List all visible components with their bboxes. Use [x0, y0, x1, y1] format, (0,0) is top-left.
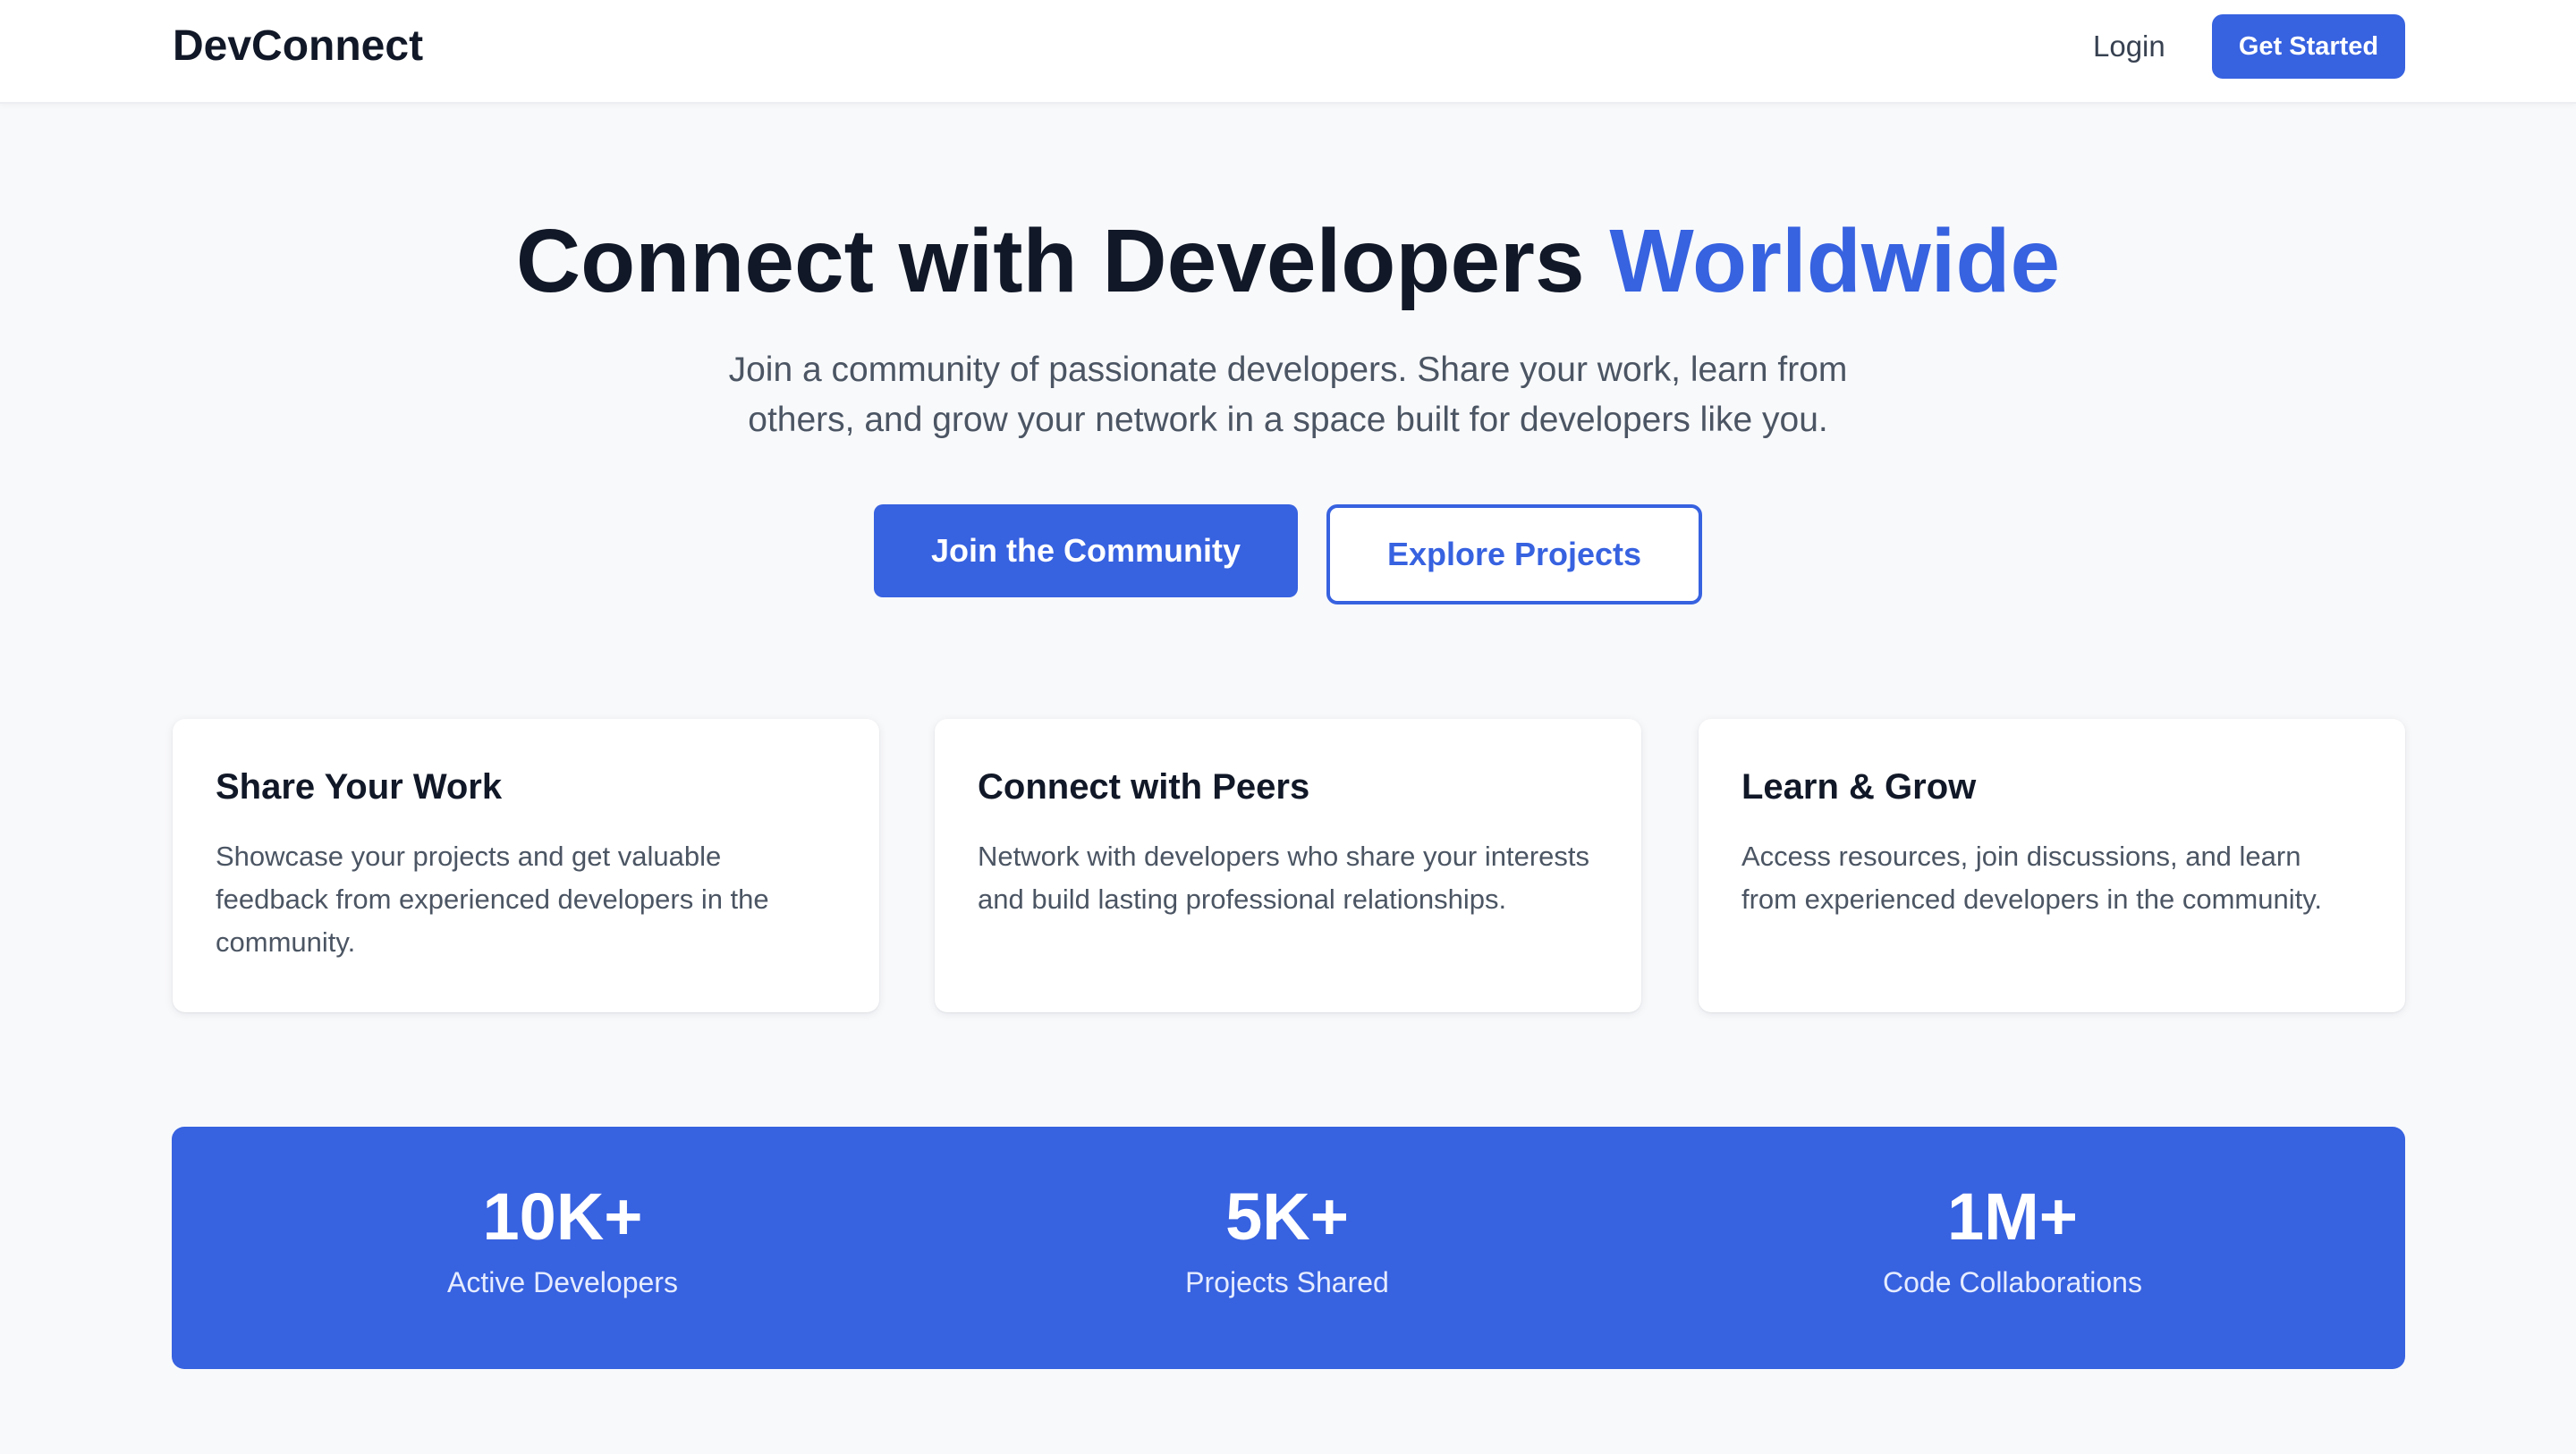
stat-label: Active Developers: [447, 1266, 678, 1298]
feature-text: Showcase your projects and get valuable …: [216, 841, 769, 958]
hero-subtitle: Join a community of passionate developer…: [662, 345, 1914, 445]
feature-title: Share Your Work: [216, 767, 503, 807]
feature-title: Connect with Peers: [978, 767, 1310, 807]
stat-label: Projects Shared: [1185, 1266, 1389, 1298]
stat-code-collaborations: 1M+ Code Collaborations: [1744, 1177, 2281, 1302]
hero-subtitle-line-2: others, and grow your network in a space…: [748, 401, 1828, 439]
explore-projects-button[interactable]: Explore Projects: [1326, 504, 1702, 604]
brand-logo[interactable]: DevConnect: [173, 20, 423, 73]
stat-active-developers: 10K+ Active Developers: [294, 1177, 831, 1302]
get-started-button[interactable]: Get Started: [2212, 14, 2405, 79]
stat-projects-shared: 5K+ Projects Shared: [1019, 1177, 1555, 1302]
hero-title-accent: Worldwide: [1609, 211, 2061, 311]
navbar: DevConnect Login Get Started: [0, 0, 2576, 104]
stat-label: Code Collaborations: [1883, 1266, 2142, 1298]
login-link[interactable]: Login: [2093, 27, 2165, 66]
stat-value: 5K+: [1225, 1179, 1349, 1254]
hero-title: Connect with Developers Worldwide: [0, 204, 2576, 318]
feature-text: Access resources, join discussions, and …: [1741, 841, 2323, 915]
feature-title: Learn & Grow: [1741, 767, 1977, 807]
feature-card-connect-peers: Connect with Peers Network with develope…: [935, 719, 1641, 1012]
stat-value: 1M+: [1946, 1179, 2078, 1254]
stat-value: 10K+: [482, 1179, 643, 1254]
stats-banner: 10K+ Active Developers 5K+ Projects Shar…: [172, 1127, 2405, 1369]
hero-title-main: Connect with Developers: [515, 211, 1610, 311]
join-community-button[interactable]: Join the Community: [874, 504, 1298, 597]
feature-card-learn-grow: Learn & Grow Access resources, join disc…: [1699, 719, 2405, 1012]
feature-card-share-work: Share Your Work Showcase your projects a…: [173, 719, 879, 1012]
feature-text: Network with developers who share your i…: [978, 841, 1590, 915]
hero-subtitle-line-1: Join a community of passionate developer…: [728, 351, 1848, 389]
